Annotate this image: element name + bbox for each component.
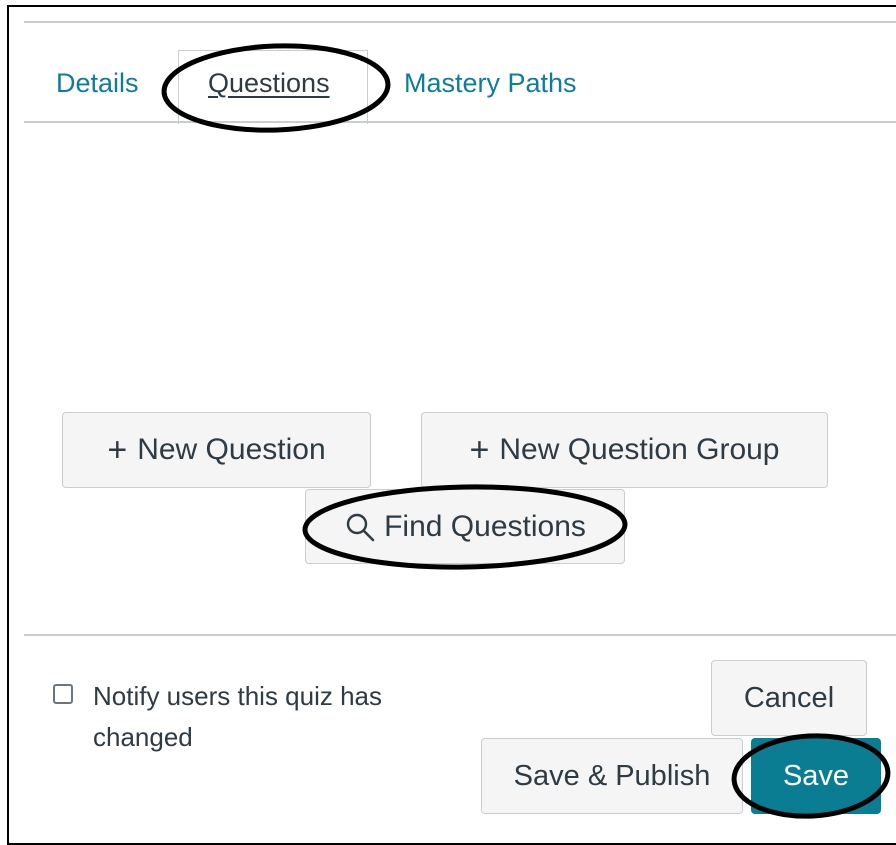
top-divider <box>24 21 896 23</box>
new-question-group-label: New Question Group <box>499 433 780 466</box>
search-icon <box>344 511 376 543</box>
plus-icon: + <box>107 431 128 469</box>
plus-icon: + <box>469 431 490 469</box>
find-questions-label: Find Questions <box>384 509 586 543</box>
footer-divider <box>24 634 896 636</box>
tab-questions[interactable]: Questions <box>208 68 330 99</box>
new-question-button[interactable]: + New Question <box>62 412 371 488</box>
new-question-group-button[interactable]: + New Question Group <box>421 412 828 488</box>
new-question-label: New Question <box>137 433 326 466</box>
tab-mastery-paths[interactable]: Mastery Paths <box>404 68 577 99</box>
save-and-publish-button[interactable]: Save & Publish <box>481 738 743 814</box>
notify-users-checkbox[interactable] <box>53 684 73 704</box>
find-questions-button[interactable]: Find Questions <box>305 489 625 564</box>
tab-bar-divider <box>24 121 896 123</box>
save-button[interactable]: Save <box>751 738 881 814</box>
tab-details[interactable]: Details <box>56 68 139 99</box>
cancel-button[interactable]: Cancel <box>711 660 867 736</box>
notify-users-label: Notify users this quiz has changed <box>93 681 383 752</box>
